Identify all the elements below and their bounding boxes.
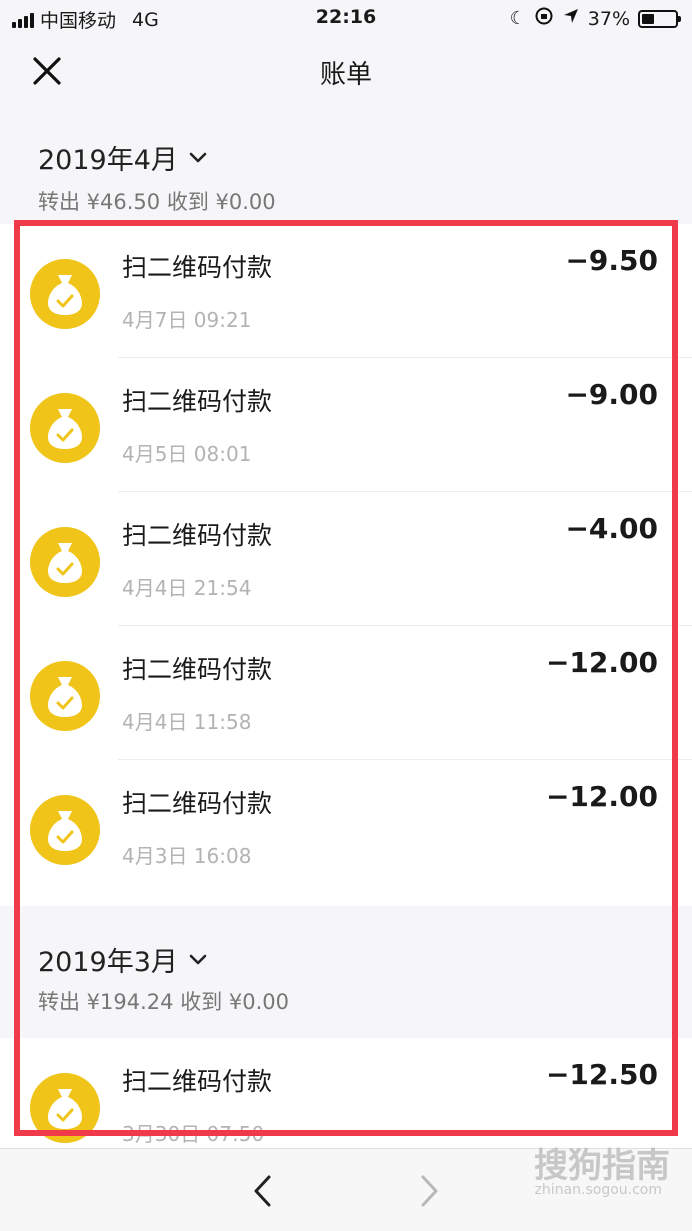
month-selector[interactable]: 2019年4月 bbox=[38, 138, 208, 177]
moon-icon: ☾ bbox=[509, 8, 526, 29]
transaction-amount: −12.00 bbox=[545, 780, 658, 813]
month-header-april: 2019年4月 转出 ¥46.50 收到 ¥0.00 bbox=[0, 106, 692, 224]
money-bag-icon bbox=[30, 259, 100, 329]
money-bag-icon bbox=[30, 1073, 100, 1143]
month-title: 2019年3月 bbox=[38, 947, 178, 978]
chevron-left-icon[interactable] bbox=[244, 1171, 284, 1211]
transaction-name: 扫二维码付款 bbox=[122, 789, 273, 818]
transaction-row[interactable]: 扫二维码付款 3月30日 07:50 −12.50 bbox=[0, 1038, 692, 1148]
month-header-march: 2019年3月 转出 ¥194.24 收到 ¥0.00 bbox=[0, 906, 692, 1038]
battery-icon bbox=[638, 9, 681, 28]
transaction-name: 扫二维码付款 bbox=[122, 253, 273, 282]
transaction-time: 4月3日 16:08 bbox=[122, 844, 252, 868]
transaction-row[interactable]: 扫二维码付款 4月5日 08:01 −9.00 bbox=[0, 358, 692, 492]
month-summary: 转出 ¥46.50 收到 ¥0.00 bbox=[38, 190, 276, 214]
month-selector[interactable]: 2019年3月 bbox=[38, 940, 208, 979]
chevron-down-icon bbox=[189, 954, 207, 964]
watermark-logo: 搜狗指南 bbox=[534, 1146, 670, 1186]
transaction-name: 扫二维码付款 bbox=[122, 655, 273, 684]
transaction-name: 扫二维码付款 bbox=[122, 387, 273, 416]
money-bag-icon bbox=[30, 795, 100, 865]
transaction-time: 4月5日 08:01 bbox=[122, 442, 252, 466]
status-bar: 中国移动 4G 22:16 ☾ 37% bbox=[0, 0, 692, 36]
transaction-name: 扫二维码付款 bbox=[122, 1067, 273, 1096]
chevron-right-icon[interactable] bbox=[408, 1171, 448, 1211]
transaction-row[interactable]: 扫二维码付款 4月4日 11:58 −12.00 bbox=[0, 626, 692, 760]
month-title: 2019年4月 bbox=[38, 145, 178, 176]
transaction-time: 4月4日 21:54 bbox=[122, 576, 252, 600]
rotation-lock-icon bbox=[534, 6, 554, 31]
page-title: 账单 bbox=[319, 60, 372, 90]
location-icon bbox=[562, 7, 580, 30]
transaction-row[interactable]: 扫二维码付款 4月3日 16:08 −12.00 bbox=[0, 760, 692, 894]
transaction-row[interactable]: 扫二维码付款 4月7日 09:21 −9.50 bbox=[0, 224, 692, 358]
status-right: ☾ 37% bbox=[509, 6, 681, 31]
transaction-amount: −9.50 bbox=[565, 244, 658, 277]
watermark-url: zhinan.sogou.com bbox=[534, 1182, 662, 1198]
money-bag-icon bbox=[30, 527, 100, 597]
transaction-time: 4月7日 09:21 bbox=[122, 308, 252, 332]
transaction-amount: −12.50 bbox=[545, 1058, 658, 1091]
money-bag-icon bbox=[30, 393, 100, 463]
month-summary: 转出 ¥194.24 收到 ¥0.00 bbox=[38, 990, 289, 1014]
money-bag-icon bbox=[30, 661, 100, 731]
nav-bar: 账单 bbox=[0, 36, 692, 106]
transaction-amount: −9.00 bbox=[565, 378, 658, 411]
transaction-list-april: 扫二维码付款 4月7日 09:21 −9.50 扫二维码付款 4月5日 08:0… bbox=[0, 224, 692, 906]
transaction-list-march: 扫二维码付款 3月30日 07:50 −12.50 bbox=[0, 1038, 692, 1148]
transaction-amount: −4.00 bbox=[565, 512, 658, 545]
transaction-amount: −12.00 bbox=[545, 646, 658, 679]
transaction-name: 扫二维码付款 bbox=[122, 521, 273, 550]
transaction-time: 3月30日 07:50 bbox=[122, 1122, 265, 1146]
transaction-row[interactable]: 扫二维码付款 4月4日 21:54 −4.00 bbox=[0, 492, 692, 626]
battery-percent: 37% bbox=[587, 7, 630, 30]
transaction-time: 4月4日 11:58 bbox=[122, 710, 252, 734]
chevron-down-icon bbox=[189, 152, 207, 162]
